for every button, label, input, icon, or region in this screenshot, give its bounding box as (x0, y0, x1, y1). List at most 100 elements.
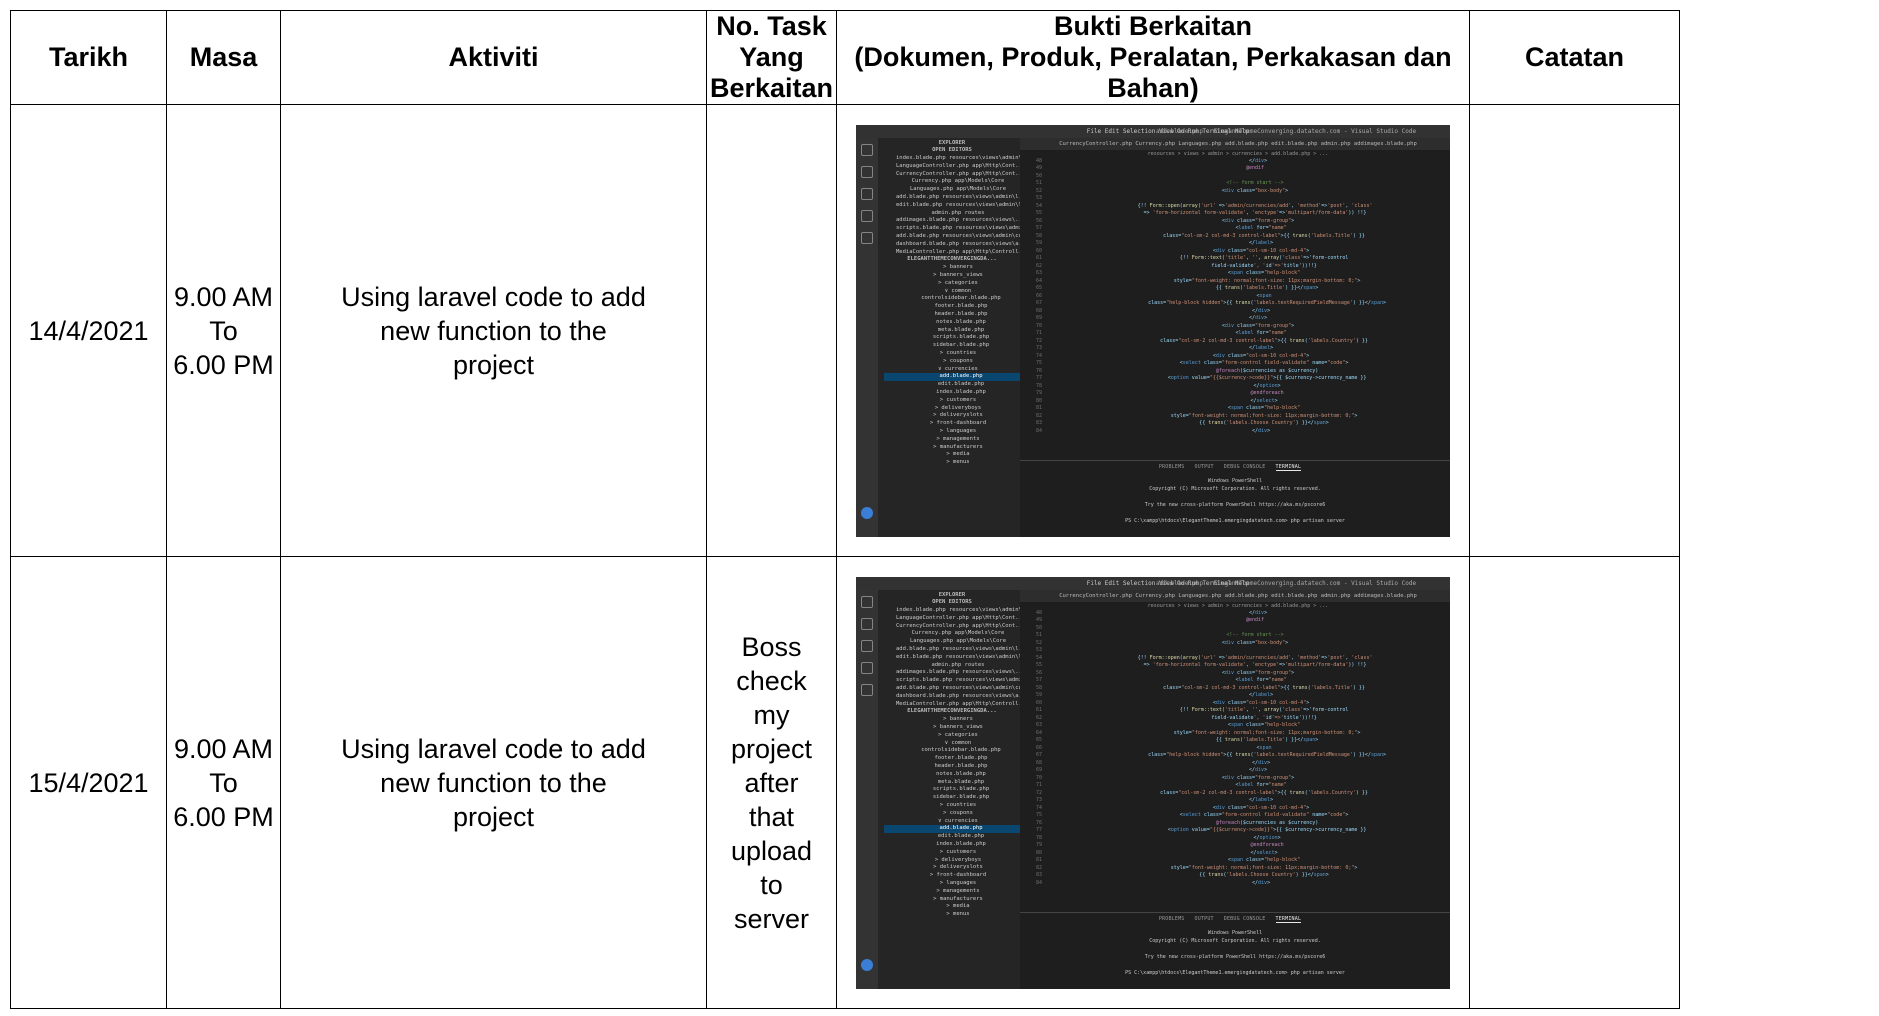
code-line: => 'form-horizontal form-validate', 'enc… (1125, 662, 1367, 668)
line-number: 53 (1035, 195, 1042, 201)
line-number: 74 (1035, 804, 1042, 811)
open-editors-list: index.blade.php resources\views\admin\..… (878, 155, 1020, 256)
line-number: 53 (1035, 647, 1042, 653)
vscode-tabs: CurrencyController.php Currency.php Lang… (1020, 589, 1450, 602)
terminal-line: PS C:\xampp\htdocs\ElegantTheme1.emergin… (1125, 517, 1345, 524)
file-tree-item: > languages (939, 879, 977, 886)
code-editor: </div> @endif <!-- form start --> <div c… (1046, 610, 1446, 910)
file-tree-item: > managements (936, 435, 980, 442)
line-number: 81 (1035, 405, 1042, 411)
line-number: 58 (1035, 684, 1042, 691)
file-tree-item: sidebar.blade.php (932, 794, 990, 801)
open-editor-item: MediaController.php app\Http\Controll... (896, 248, 1020, 255)
line-number: 74 (1035, 352, 1042, 359)
time-to: To (209, 315, 238, 346)
time-end: 6.00 PM (173, 349, 274, 380)
extensions-icon (861, 231, 873, 244)
header-evidence-subtitle: (Dokumen, Produk, Peralatan, Perkakasan … (854, 42, 1452, 103)
file-tree-item: > menus (946, 459, 970, 466)
code-line: </div> (1224, 157, 1268, 164)
project-header: ELEGANTTHEMECONVERGINGDA... (907, 256, 997, 263)
line-number: 48 (1035, 157, 1042, 164)
line-number: 52 (1035, 187, 1042, 194)
line-number: 80 (1035, 397, 1042, 404)
code-line: @endif (1246, 165, 1265, 171)
code-line: <div class="col-sm-10 col-md-4"> (1182, 804, 1310, 811)
open-editor-item: add.blade.php resources\views\admin\cu..… (896, 685, 1020, 692)
file-tree-item: > banners_views (933, 272, 983, 279)
line-number: 54 (1035, 202, 1042, 209)
line-number: 65 (1035, 285, 1042, 291)
open-editor-item: index.blade.php resources\views\admin\..… (896, 607, 1020, 614)
panel-tab: DEBUG CONSOLE (1223, 915, 1266, 922)
cell-time: 9.00 AM To 6.00 PM (166, 104, 281, 557)
line-number: 63 (1035, 722, 1042, 728)
line-number: 83 (1035, 420, 1042, 426)
vscode-screenshot: File Edit Selection View Go Run Terminal… (856, 576, 1450, 989)
code-line: </label> (1218, 797, 1274, 803)
code-line: <span (1220, 292, 1272, 299)
file-tree-item: ∨ currencies (938, 817, 978, 824)
vscode-breadcrumb: resources > views > admin > currencies >… (1147, 602, 1329, 609)
header-activity: Aktiviti (280, 10, 707, 105)
file-tree-item: > manufacturers (933, 895, 983, 902)
line-number: 51 (1035, 180, 1042, 186)
open-editor-item: addimages.blade.php resources\views\... (896, 669, 1020, 676)
file-tree-item: sidebar.blade.php (932, 342, 990, 349)
open-editor-item: LanguageController.php app\Http\Cont... (896, 162, 1020, 169)
line-number: 59 (1035, 240, 1042, 246)
open-editor-item: scripts.blade.php resources\views\admin\… (896, 677, 1020, 684)
file-tree-item: meta.blade.php (937, 778, 985, 785)
line-number: 80 (1035, 849, 1042, 856)
search-icon (861, 165, 873, 178)
panel-tabs: PROBLEMS OUTPUT DEBUG CONSOLE TERMINAL (1028, 463, 1442, 471)
line-number: 79 (1035, 842, 1042, 848)
code-line: style="font-weight: normal;font-size: 11… (1134, 864, 1358, 871)
file-tree-item: > countries (939, 802, 977, 809)
cell-notes (1469, 104, 1680, 557)
header-evidence: Bukti Berkaitan (Dokumen, Produk, Perala… (836, 10, 1470, 105)
file-tree-item: > categories (938, 731, 978, 738)
code-line: {{ trans('labels.Title') }}</span> (1173, 737, 1319, 743)
source-control-icon (861, 209, 873, 222)
file-tree-item: > media (946, 903, 970, 910)
cell-activity: Using laravel code to add new function t… (280, 104, 707, 557)
cell-date: 14/4/2021 (10, 104, 167, 557)
line-number: 84 (1035, 879, 1042, 886)
line-number: 62 (1035, 714, 1042, 721)
terminal-line: Windows PowerShell (1207, 477, 1263, 484)
code-line: </div> (1221, 427, 1271, 434)
line-number: 77 (1035, 375, 1042, 381)
file-tree-item: ∨ common (944, 287, 972, 294)
file-tree-item: > banners (943, 264, 973, 271)
file-tree-item: > coupons (943, 809, 973, 816)
open-editor-item: add.blade.php resources\views\admin\cu..… (896, 233, 1020, 240)
line-number: 60 (1035, 699, 1042, 706)
extensions-icon (861, 683, 873, 696)
line-number: 72 (1035, 337, 1042, 344)
code-line: </label> (1218, 692, 1274, 698)
code-line: @endif (1246, 617, 1265, 623)
code-line: {{ trans('labels.Choose Country') }}</sp… (1163, 872, 1329, 878)
open-editor-item: admin.php routes (931, 661, 985, 668)
open-editor-item: addimages.blade.php resources\views\... (896, 217, 1020, 224)
code-line: {!! Form::text('title', '', array('class… (1143, 255, 1349, 261)
file-tree-item: controlsidebar.blade.php (921, 747, 1001, 754)
line-number: 69 (1035, 315, 1042, 321)
line-number: 71 (1035, 782, 1042, 788)
code-line: </div> (1221, 307, 1271, 314)
line-number: 49 (1035, 617, 1042, 623)
open-editor-item: edit.blade.php resources\views\admin\l..… (896, 653, 1020, 660)
panel-tab: PROBLEMS (1158, 915, 1185, 922)
cell-evidence: File Edit Selection View Go Run Terminal… (836, 556, 1470, 1009)
code-line: class="col-sm-2 col-md-3 control-label">… (1127, 232, 1365, 239)
file-tree-item: edit.blade.php (937, 833, 985, 840)
panel-tab: PROBLEMS (1158, 463, 1185, 470)
cell-task (706, 104, 837, 557)
file-tree-item: > customers (939, 848, 977, 855)
file-tree-item: meta.blade.php (937, 326, 985, 333)
file-tree-item: > deliveryslots (933, 412, 983, 419)
file-tree-item: header.blade.php (934, 763, 988, 770)
